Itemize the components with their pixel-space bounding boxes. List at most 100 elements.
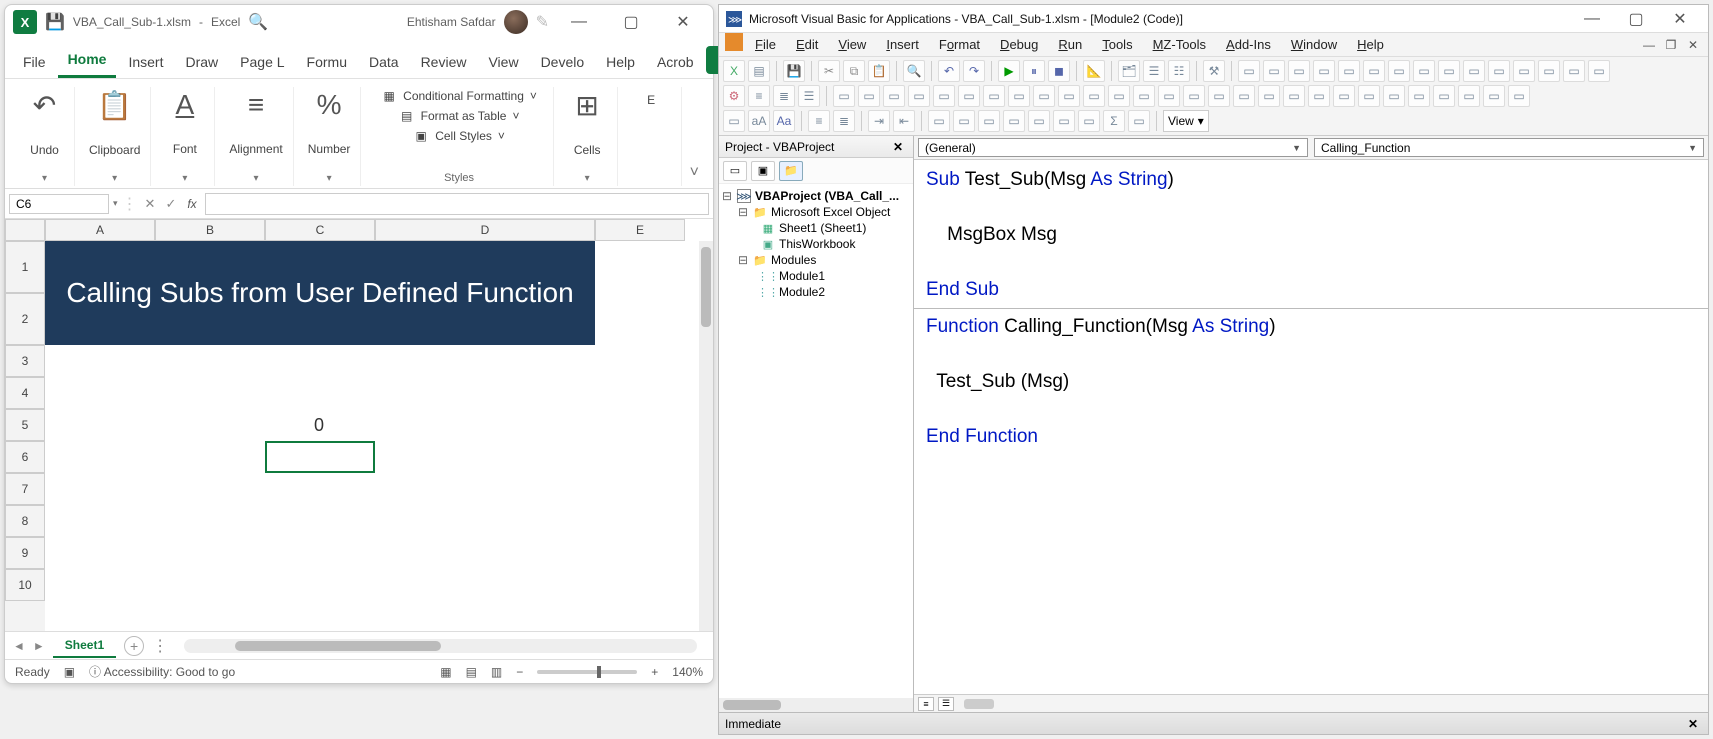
cut-icon[interactable]: ✂ <box>818 60 840 82</box>
tb-generic-icon[interactable]: ▭ <box>1263 60 1285 82</box>
tree-sheet1[interactable]: ▦ Sheet1 (Sheet1) <box>721 220 911 236</box>
object-dropdown[interactable]: (General)▼ <box>918 138 1308 157</box>
undo-icon[interactable]: ↶ <box>938 60 960 82</box>
ribbon-collapse-icon[interactable]: ˅ <box>686 160 703 186</box>
cells-icon[interactable]: ⊞ <box>575 89 598 122</box>
tab-view[interactable]: View <box>478 46 528 78</box>
immediate-close-button[interactable]: ✕ <box>1684 717 1702 731</box>
tb-mz-icon[interactable]: ▭ <box>1183 85 1205 107</box>
project-tree[interactable]: ⊟ ⋙ VBAProject (VBA_Call_... ⊟ 📁 Microso… <box>719 184 913 698</box>
sheet-nav-next[interactable]: ► <box>33 639 45 653</box>
project-explorer-titlebar[interactable]: Project - VBAProject ✕ <box>719 136 913 158</box>
menu-addins[interactable]: Add-Ins <box>1218 35 1279 54</box>
hscroll-thumb[interactable] <box>235 641 440 651</box>
user-avatar[interactable] <box>504 10 528 34</box>
list-icon[interactable]: ≡ <box>808 110 830 132</box>
outdent-icon[interactable]: ⇤ <box>893 110 915 132</box>
view-code-button[interactable]: ▭ <box>723 161 747 181</box>
view-object-button[interactable]: ▣ <box>751 161 775 181</box>
select-all-corner[interactable] <box>5 219 45 241</box>
zoom-slider-thumb[interactable] <box>597 666 601 678</box>
vertical-scrollbar[interactable] <box>699 241 713 631</box>
sheet-tab-sheet1[interactable]: Sheet1 <box>53 634 116 658</box>
tb-mz-icon[interactable]: ▭ <box>1358 85 1380 107</box>
cell-c5[interactable]: 0 <box>289 409 349 441</box>
tb-generic-icon[interactable]: ▭ <box>1413 60 1435 82</box>
maximize-button[interactable]: ▢ <box>609 8 653 36</box>
tb-generic-icon[interactable]: ▭ <box>1363 60 1385 82</box>
view-pagelayout-icon[interactable]: ▤ <box>466 665 477 679</box>
menu-file[interactable]: FFileile <box>747 35 784 54</box>
font-icon[interactable]: A <box>176 89 195 121</box>
mdi-close-button[interactable]: ✕ <box>1684 38 1702 52</box>
col-header-d[interactable]: D <box>375 219 595 241</box>
indent-icon[interactable]: ⇥ <box>868 110 890 132</box>
tab-developer[interactable]: Develo <box>531 46 595 78</box>
tb-mz-icon[interactable]: ⚙ <box>723 85 745 107</box>
break-icon[interactable]: ⏸ <box>1023 60 1045 82</box>
format-as-table-button[interactable]: ▤Format as Table ˅ <box>399 109 520 123</box>
tb-mz-icon[interactable]: ☰ <box>798 85 820 107</box>
tb-edit-icon[interactable]: ▭ <box>1028 110 1050 132</box>
view-pagebreak-icon[interactable]: ▥ <box>491 665 502 679</box>
tb-generic-icon[interactable]: ▭ <box>1488 60 1510 82</box>
vscroll-thumb[interactable] <box>701 247 711 327</box>
tree-project-root[interactable]: ⊟ ⋙ VBAProject (VBA_Call_... <box>721 188 911 204</box>
save-icon[interactable]: 💾 <box>45 12 65 32</box>
tb-mz-icon[interactable]: ≡ <box>748 85 770 107</box>
font-dropdown[interactable]: ▾ <box>182 173 187 184</box>
close-button[interactable]: ✕ <box>661 8 705 36</box>
tab-acrobat[interactable]: Acrob <box>647 46 704 78</box>
excel-grid[interactable]: A B C D E 1 2 3 4 5 6 7 8 9 10 <box>5 219 713 631</box>
tb-mz-icon[interactable]: ▭ <box>1233 85 1255 107</box>
tab-home[interactable]: Home <box>58 43 117 78</box>
tb-edit-icon[interactable]: Aa <box>773 110 795 132</box>
tab-file[interactable]: File <box>13 46 56 78</box>
search-icon[interactable]: 🔍 <box>248 12 268 32</box>
tb-mz-icon[interactable]: ▭ <box>1208 85 1230 107</box>
menu-format[interactable]: Format <box>931 35 988 54</box>
cells-area[interactable]: Calling Subs from User Defined Function … <box>45 241 699 631</box>
menu-tools[interactable]: Tools <box>1094 35 1140 54</box>
tb-edit-icon[interactable]: ▭ <box>1053 110 1075 132</box>
col-header-a[interactable]: A <box>45 219 155 241</box>
tb-generic-icon[interactable]: ▭ <box>1438 60 1460 82</box>
object-browser-icon[interactable]: ☷ <box>1168 60 1190 82</box>
tb-generic-icon[interactable]: ▭ <box>1588 60 1610 82</box>
copy-icon[interactable]: ⧉ <box>843 60 865 82</box>
tb-mz-icon[interactable]: ▭ <box>1483 85 1505 107</box>
tb-mz-icon[interactable]: ▭ <box>883 85 905 107</box>
menu-view[interactable]: View <box>830 35 874 54</box>
insert-module-icon[interactable]: ▤ <box>748 60 770 82</box>
tb-mz-icon[interactable]: ▭ <box>1308 85 1330 107</box>
tb-edit-icon[interactable]: ▭ <box>953 110 975 132</box>
tb-mz-icon[interactable]: ▭ <box>1158 85 1180 107</box>
menu-edit[interactable]: Edit <box>788 35 826 54</box>
col-header-c[interactable]: C <box>265 219 375 241</box>
tb-edit-icon[interactable]: ▭ <box>928 110 950 132</box>
tree-thisworkbook[interactable]: ▣ ThisWorkbook <box>721 236 911 252</box>
tree-modules-folder[interactable]: ⊟ 📁 Modules <box>721 252 911 268</box>
name-box[interactable] <box>9 194 109 214</box>
tab-insert[interactable]: Insert <box>118 46 173 78</box>
fx-button[interactable]: fx <box>183 197 200 211</box>
tb-mz-icon[interactable]: ▭ <box>1108 85 1130 107</box>
sheet-nav-prev[interactable]: ◄ <box>13 639 25 653</box>
tb-mz-icon[interactable]: ▭ <box>833 85 855 107</box>
tree-excel-objects[interactable]: ⊟ 📁 Microsoft Excel Object <box>721 204 911 220</box>
tb-generic-icon[interactable]: ▭ <box>1338 60 1360 82</box>
tb-mz-icon[interactable]: ▭ <box>908 85 930 107</box>
list-icon[interactable]: ≣ <box>833 110 855 132</box>
tab-data[interactable]: Data <box>359 46 409 78</box>
undo-icon[interactable]: ↶ <box>33 89 56 122</box>
project-explorer-close-button[interactable]: ✕ <box>889 140 907 154</box>
minimize-button[interactable]: — <box>557 8 601 36</box>
alignment-dropdown[interactable]: ▾ <box>254 173 259 184</box>
view-excel-icon[interactable]: X <box>723 60 745 82</box>
tb-edit-icon[interactable]: aA <box>748 110 770 132</box>
tb-mz-icon[interactable]: ▭ <box>1433 85 1455 107</box>
tb-edit-icon[interactable]: ▭ <box>978 110 1000 132</box>
cell-styles-button[interactable]: ▣Cell Styles ˅ <box>413 129 505 143</box>
row-header-7[interactable]: 7 <box>5 473 45 505</box>
merged-title-cell[interactable]: Calling Subs from User Defined Function <box>45 241 595 345</box>
